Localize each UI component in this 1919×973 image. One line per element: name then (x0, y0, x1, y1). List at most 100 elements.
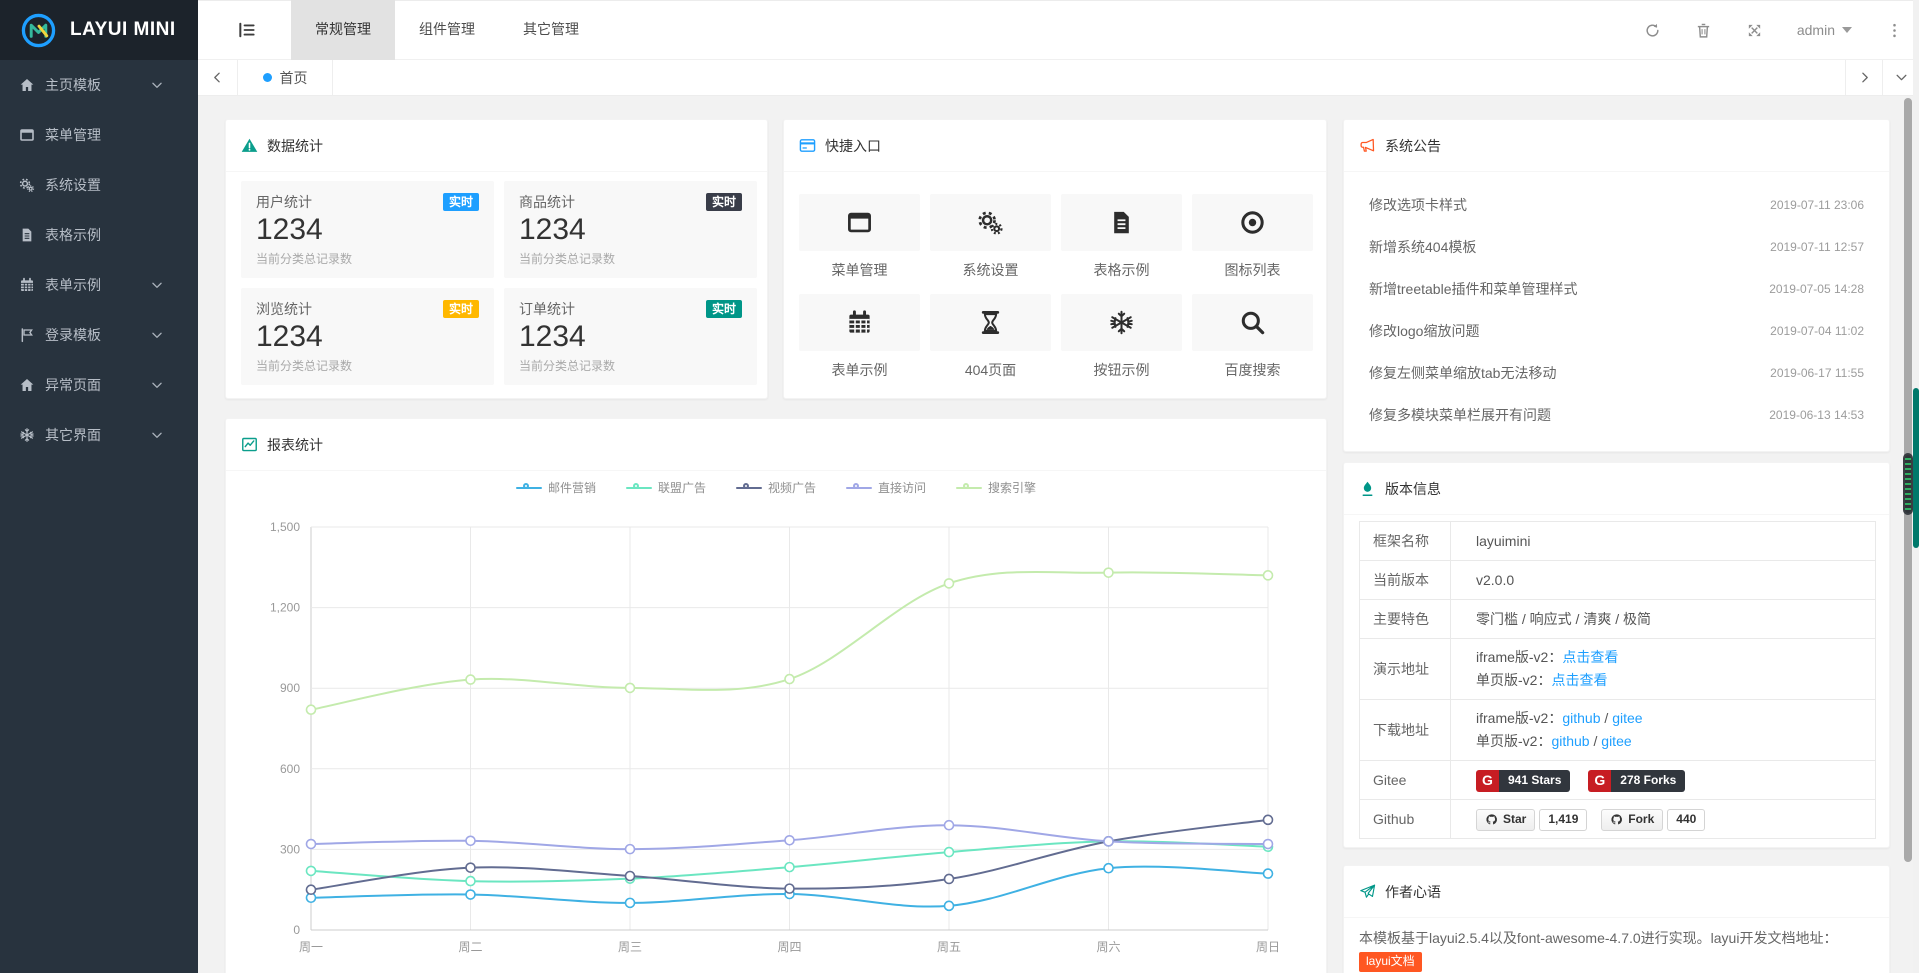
quick-entry-系统设置[interactable]: 系统设置 (930, 194, 1051, 280)
quick-entry-表单示例[interactable]: 表单示例 (799, 294, 920, 380)
quick-entry-label: 图标列表 (1225, 260, 1281, 280)
sidebar-toggle-icon[interactable] (237, 20, 257, 40)
sidebar-menu: 主页模板 菜单管理 系统设置 表格示例 表单示例 登录模板 (0, 60, 198, 460)
quick-entry-图标列表[interactable]: 图标列表 (1192, 194, 1313, 280)
user-dropdown[interactable]: admin (1797, 22, 1852, 38)
stat-description: 当前分类总记录数 (519, 250, 742, 267)
row-label: Gitee (1360, 761, 1451, 800)
quick-entry-label: 系统设置 (963, 260, 1019, 280)
fire-icon (1359, 480, 1376, 497)
announcement-text: 修复多模块菜单栏展开有问题 (1369, 405, 1551, 425)
topnav-tab[interactable]: 其它管理 (499, 0, 603, 60)
report-header: 报表统计 (226, 419, 1326, 471)
search-icon (1239, 309, 1266, 336)
fullscreen-icon[interactable] (1746, 22, 1763, 39)
layui-doc-badge[interactable]: layui文档 (1359, 952, 1422, 972)
announcement-row: 新增系统404模板 2019-07-11 12:57 (1359, 226, 1874, 268)
sidebar: LAYUI MINI 主页模板 菜单管理 系统设置 表格示例 表单示例 登录模板 (0, 0, 198, 973)
download-gitee-link[interactable]: gitee (1612, 710, 1642, 726)
tab-home[interactable]: 首页 (238, 60, 333, 95)
sidebar-item-主页模板[interactable]: 主页模板 (0, 60, 198, 110)
home-icon (19, 377, 35, 393)
stat-badge: 实时 (443, 193, 479, 211)
stat-label: 商品统计 (519, 192, 575, 212)
svg-text:周四: 周四 (777, 940, 801, 954)
table-row: 下载地址 iframe版-v2：github / gitee 单页版-v2：gi… (1360, 700, 1876, 761)
clear-cache-trash-icon[interactable] (1695, 22, 1712, 39)
download-github-link[interactable]: github (1551, 733, 1589, 749)
sidebar-item-表单示例[interactable]: 表单示例 (0, 260, 198, 310)
svg-text:周五: 周五 (937, 940, 961, 954)
window-scrollbar-thumb[interactable] (1913, 388, 1919, 548)
download-gitee-link[interactable]: gitee (1601, 733, 1631, 749)
report-line-chart: 周一周二周三周四周五周六周日03006009001,2001,500 (226, 471, 1326, 973)
refresh-icon[interactable] (1644, 22, 1661, 39)
github-star-button[interactable]: Star 1,419 (1476, 809, 1587, 831)
row-label: 演示地址 (1360, 639, 1451, 700)
svg-text:600: 600 (280, 762, 300, 776)
stat-value: 1234 (256, 213, 479, 247)
sidebar-item-菜单管理[interactable]: 菜单管理 (0, 110, 198, 160)
announcement-time: 2019-06-17 11:55 (1770, 366, 1864, 380)
stat-value: 1234 (256, 320, 479, 354)
sidebar-item-系统设置[interactable]: 系统设置 (0, 160, 198, 210)
line-chart-icon (241, 436, 258, 453)
window-scrollbar[interactable] (1913, 0, 1919, 973)
row-label: 主要特色 (1360, 600, 1451, 639)
chevron-down-icon (150, 278, 164, 292)
content-scrollbar[interactable] (1904, 98, 1912, 862)
content-scrollbar-thumb[interactable] (1903, 453, 1913, 515)
github-fork-button[interactable]: Fork 440 (1601, 809, 1705, 831)
download-github-link[interactable]: github (1562, 710, 1600, 726)
svg-text:300: 300 (280, 842, 300, 856)
quick-entry-百度搜索[interactable]: 百度搜索 (1192, 294, 1313, 380)
topnav-tab[interactable]: 组件管理 (395, 0, 499, 60)
chevron-down-icon (150, 378, 164, 392)
version-table: 框架名称 layuimini 当前版本 v2.0.0 主要特色 零门槛 / 响应… (1359, 521, 1876, 839)
author-header: 作者心语 (1344, 866, 1889, 918)
gitee-forks-badge[interactable]: G278 Forks (1588, 770, 1685, 792)
announcement-time: 2019-07-05 14:28 (1769, 282, 1864, 296)
sidebar-item-label: 登录模板 (45, 325, 164, 345)
card-title: 版本信息 (1385, 479, 1441, 499)
svg-text:周三: 周三 (618, 940, 642, 954)
announcement-row: 修复左侧菜单缩放tab无法移动 2019-06-17 11:55 (1359, 352, 1874, 394)
sidebar-item-其它界面[interactable]: 其它界面 (0, 410, 198, 460)
demo-link-iframe[interactable]: 点击查看 (1562, 649, 1618, 665)
announcement-text: 新增treetable插件和菜单管理样式 (1369, 279, 1577, 299)
tab-scroll-left-icon[interactable] (198, 60, 238, 95)
sidebar-item-表格示例[interactable]: 表格示例 (0, 210, 198, 260)
quick-entry-label: 按钮示例 (1094, 360, 1150, 380)
card-title: 作者心语 (1385, 882, 1441, 902)
row-label: 下载地址 (1360, 700, 1451, 761)
quick-entry-表格示例[interactable]: 表格示例 (1061, 194, 1182, 280)
gears-icon (977, 209, 1004, 236)
active-tab-dot (263, 73, 272, 82)
username: admin (1797, 22, 1835, 38)
report-chart-card: 报表统计 邮件营销 联盟广告 视频广告 直接访问 搜索引擎 周一周二周三周四周五… (225, 418, 1327, 973)
table-row: 主要特色 零门槛 / 响应式 / 清爽 / 极简 (1360, 600, 1876, 639)
data-stats-card: 数据统计 用户统计 实时 1234 当前分类总记录数 商品统计 实时 1234 … (225, 119, 768, 399)
table-row: Github Star 1,419 Fork 440 (1360, 800, 1876, 839)
topnav-tab[interactable]: 常规管理 (291, 0, 395, 60)
file-icon (1108, 209, 1135, 236)
gitee-logo: G (1588, 770, 1611, 792)
sidebar-item-label: 主页模板 (45, 75, 164, 95)
gitee-stars-badge[interactable]: G941 Stars (1476, 770, 1570, 792)
stat-label: 订单统计 (519, 299, 575, 319)
more-options-icon[interactable] (1886, 22, 1903, 39)
stat-box: 用户统计 实时 1234 当前分类总记录数 (241, 181, 494, 278)
quick-entry-404页面[interactable]: 404页面 (930, 294, 1051, 380)
snowflake-icon (19, 427, 35, 443)
stat-box: 浏览统计 实时 1234 当前分类总记录数 (241, 288, 494, 385)
stat-label: 用户统计 (256, 192, 312, 212)
table-row: Gitee G941 Stars G278 Forks (1360, 761, 1876, 800)
quick-entry-按钮示例[interactable]: 按钮示例 (1061, 294, 1182, 380)
sidebar-item-登录模板[interactable]: 登录模板 (0, 310, 198, 360)
sidebar-item-异常页面[interactable]: 异常页面 (0, 360, 198, 410)
app-logo[interactable]: LAYUI MINI (0, 0, 198, 60)
demo-link-spa[interactable]: 点击查看 (1551, 672, 1607, 688)
quick-entry-菜单管理[interactable]: 菜单管理 (799, 194, 920, 280)
tab-scroll-right-icon[interactable] (1845, 60, 1882, 95)
stat-description: 当前分类总记录数 (519, 357, 742, 374)
